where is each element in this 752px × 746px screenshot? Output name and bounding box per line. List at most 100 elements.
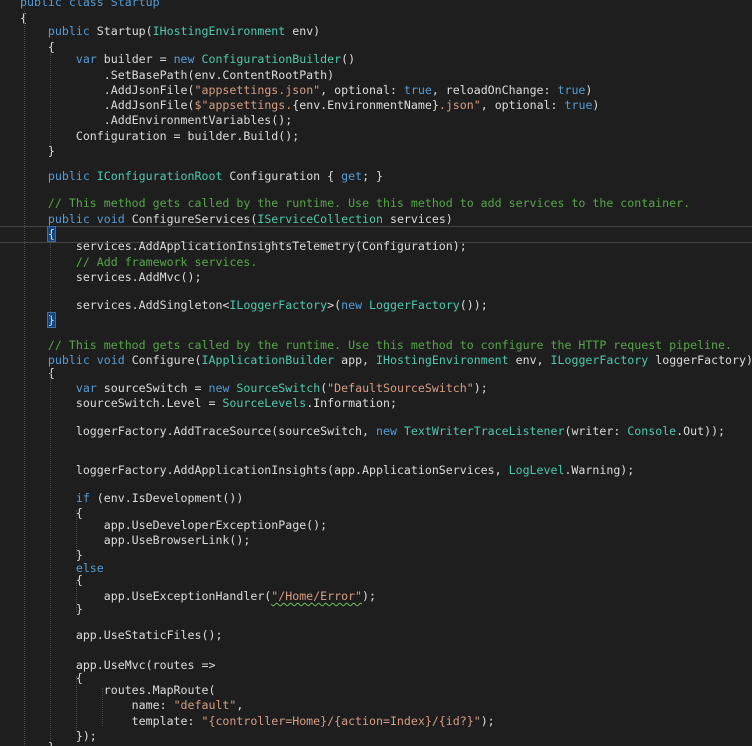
code-token: {: [20, 573, 83, 587]
indent-guide: [50, 48, 51, 150]
code-token: var: [75, 381, 97, 395]
code-token: Configuration {: [222, 169, 342, 183]
code-line[interactable]: public IConfigurationRoot Configuration …: [0, 169, 752, 185]
code-token: if: [75, 491, 90, 505]
code-token: // Add framework services.: [75, 255, 258, 269]
code-token: ILoggerFactory: [550, 353, 649, 367]
code-token: $"appsettings.: [194, 98, 293, 112]
code-line[interactable]: .AddJsonFile("appsettings.json", optiona…: [0, 83, 752, 99]
code-token: ,: [236, 698, 244, 712]
code-token: LoggerFactory: [369, 298, 460, 312]
code-line[interactable]: loggerFactory.AddApplicationInsights(app…: [0, 463, 752, 479]
code-line[interactable]: public class Startup: [0, 0, 752, 11]
code-token: var: [75, 52, 97, 66]
code-line[interactable]: [0, 643, 752, 659]
code-token: );: [362, 589, 376, 603]
code-line[interactable]: .SetBasePath(env.ContentRootPath): [0, 68, 752, 84]
code-line[interactable]: public Startup(IHostingEnvironment env): [0, 24, 752, 40]
code-line[interactable]: routes.MapRoute(: [0, 683, 752, 699]
code-token: ; }: [362, 169, 384, 183]
code-token: ): [585, 83, 593, 97]
code-line[interactable]: {: [0, 366, 752, 382]
code-token: IHostingEnvironment: [152, 24, 286, 38]
code-token: new: [208, 381, 230, 395]
code-token: TextWriterTraceListener: [403, 424, 565, 438]
code-token: public: [47, 169, 90, 183]
code-token: SourceLevels: [222, 396, 307, 410]
code-token: void: [96, 212, 125, 226]
code-token: .Warning);: [564, 463, 635, 477]
code-line[interactable]: var builder = new ConfigurationBuilder(): [0, 52, 752, 68]
code-line[interactable]: sourceSwitch.Level = SourceLevels.Inform…: [0, 396, 752, 412]
indent-guide: [50, 372, 51, 740]
code-token: );: [473, 381, 488, 395]
code-token: "appsettings.json": [194, 83, 321, 97]
code-token: .AddJsonFile(: [20, 98, 195, 112]
code-line[interactable]: // Add framework services.: [0, 255, 752, 271]
code-line[interactable]: services.AddMvc();: [0, 270, 752, 286]
code-line[interactable]: if (env.IsDevelopment()): [0, 491, 752, 507]
code-token: >(: [327, 298, 342, 312]
code-token: }: [20, 740, 55, 746]
code-token: "DefaultSourceSwitch": [327, 381, 474, 395]
code-token: // This method gets called by the runtim…: [47, 196, 691, 210]
code-token: ConfigurationBuilder: [201, 52, 342, 66]
code-line[interactable]: }: [0, 312, 752, 329]
code-token: public: [47, 24, 90, 38]
code-token: Configuration = builder.Build();: [20, 129, 300, 143]
code-token: Startup(: [89, 24, 153, 38]
code-token: app.UseExceptionHandler(: [20, 589, 272, 603]
code-line[interactable]: .AddJsonFile($"appsettings.{env.Environm…: [0, 98, 752, 114]
code-token: , optional:: [480, 98, 565, 112]
code-line[interactable]: services.AddSingleton<ILoggerFactory>(ne…: [0, 298, 752, 314]
code-token: loggerFactory): [648, 353, 752, 367]
code-token: ConfigureServices(: [124, 212, 258, 226]
code-line[interactable]: }: [0, 602, 752, 618]
code-token: services): [382, 212, 453, 226]
code-token: true: [564, 98, 593, 112]
code-line[interactable]: }: [0, 740, 752, 746]
code-line[interactable]: app.UseStaticFiles();: [0, 628, 752, 644]
code-token: true: [403, 83, 432, 97]
indent-guide: [76, 510, 77, 556]
code-line[interactable]: app.UseDeveloperExceptionPage();: [0, 518, 752, 534]
code-token: new: [341, 298, 363, 312]
code-token: env): [285, 24, 321, 38]
code-line[interactable]: Configuration = builder.Build();: [0, 129, 752, 145]
indent-guide: [76, 676, 77, 732]
code-token: public class Startup: [20, 0, 160, 9]
code-editor[interactable]: public class Startup { public Startup(IHo…: [0, 0, 752, 746]
code-token: LogLevel: [508, 463, 565, 477]
code-line[interactable]: // This method gets called by the runtim…: [0, 338, 752, 354]
code-token: IConfigurationRoot: [96, 169, 223, 183]
code-token: services.AddApplicationInsightsTelemetry…: [20, 239, 467, 253]
code-token: Console: [627, 424, 677, 438]
code-line[interactable]: app.UseBrowserLink();: [0, 533, 752, 549]
code-line[interactable]: var sourceSwitch = new SourceSwitch("Def…: [0, 381, 752, 397]
code-line[interactable]: template: "{controller=Home}/{action=Ind…: [0, 714, 752, 730]
code-token: new: [375, 424, 397, 438]
code-line[interactable]: }: [0, 144, 752, 160]
indent-guide: [50, 232, 51, 320]
code-token: get: [341, 169, 363, 183]
code-token: .json": [438, 98, 481, 112]
code-token: "{controller=Home}/{action=Index}/{id?}": [201, 714, 481, 728]
code-token: env,: [508, 353, 551, 367]
code-line[interactable]: .AddEnvironmentVariables();: [0, 113, 752, 129]
code-token: .Information;: [306, 396, 397, 410]
code-line[interactable]: services.AddApplicationInsightsTelemetry…: [0, 239, 752, 255]
code-line[interactable]: name: "default",: [0, 698, 752, 714]
code-token: name:: [20, 698, 174, 712]
code-line[interactable]: loggerFactory.AddTraceSource(sourceSwitc…: [0, 424, 752, 440]
code-line[interactable]: // This method gets called by the runtim…: [0, 196, 752, 212]
code-token: public: [47, 353, 90, 367]
code-token: // This method gets called by the runtim…: [47, 338, 732, 352]
code-line[interactable]: {: [0, 573, 752, 589]
code-token: new: [173, 52, 195, 66]
